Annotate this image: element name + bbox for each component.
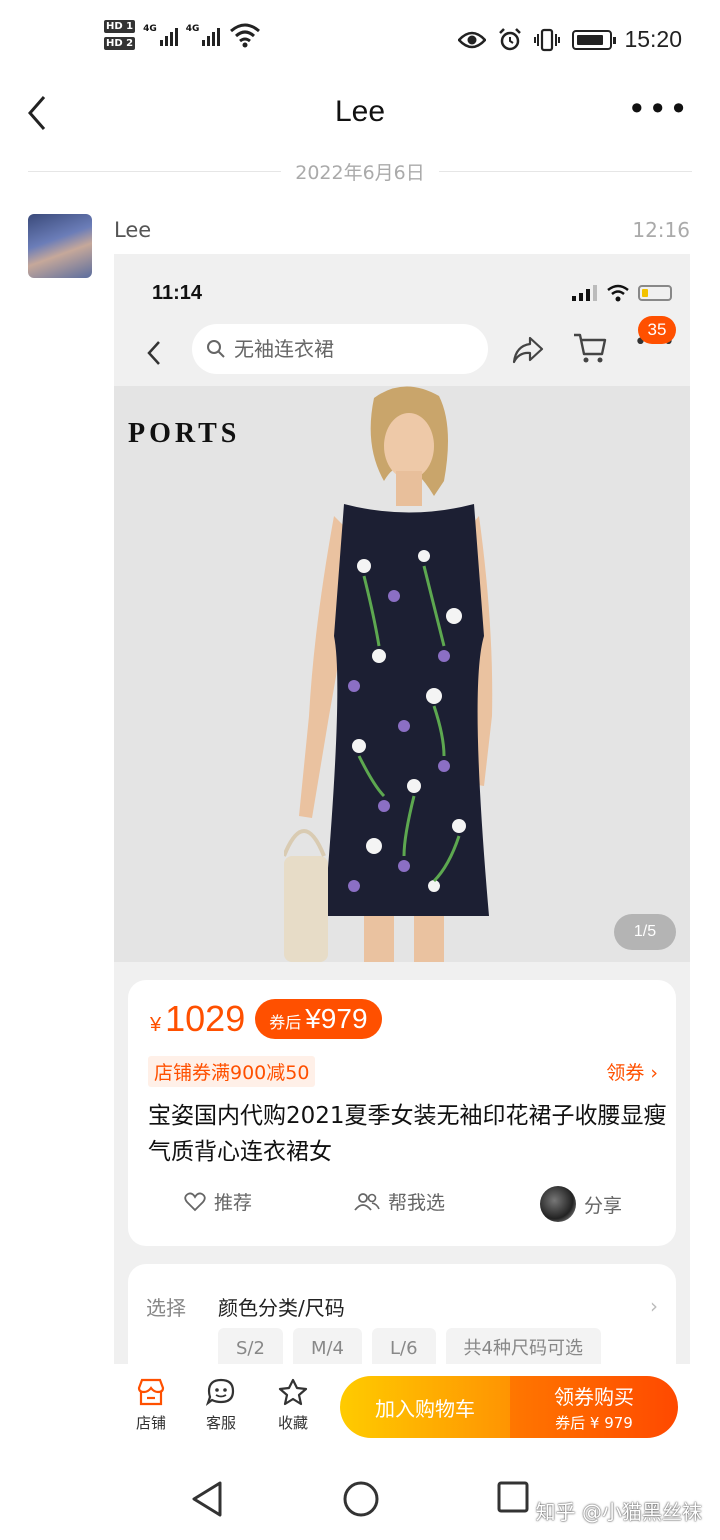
buy-sublabel: 券后 ¥ 979 [555, 1414, 633, 1432]
date-label: 2022年6月6日 [295, 162, 425, 184]
share-icon[interactable] [510, 332, 546, 368]
model-in-floral-dress-image [284, 386, 493, 962]
purchase-bar: 店铺 客服 收藏 加入购物车 领券购买 券后 ¥ 979 [114, 1364, 690, 1454]
chat-title: Lee [334, 95, 386, 128]
wifi-icon [230, 23, 261, 48]
shared-screenshot-image[interactable]: 11:14 无袖连衣裙 35 PORTS 1/5 ¥ 1029 券后 ¥979 … [114, 254, 690, 1364]
customer-service-icon [206, 1378, 235, 1406]
signal-1-icon: 4G [143, 24, 178, 46]
buy-with-coupon-button[interactable]: 领券购买 券后 ¥ 979 [510, 1376, 678, 1438]
search-icon [207, 340, 225, 358]
more-options-icon[interactable]: ••• [627, 93, 690, 125]
share-button[interactable]: 分享 [540, 1186, 622, 1222]
watermark: 知乎 @小猫黑丝袜 [535, 1500, 702, 1524]
people-icon [354, 1192, 380, 1211]
store-icon [137, 1378, 165, 1406]
share-label: 分享 [584, 1194, 623, 1217]
store-label: 店铺 [135, 1414, 166, 1432]
buy-label: 领券购买 [554, 1385, 634, 1409]
inner-battery-icon [638, 285, 672, 301]
inner-nav-bar: ••• 35 [114, 316, 690, 382]
system-status-bar: HD 1 HD 2 4G 4G 15:20 [0, 0, 720, 85]
price: ¥1029 [150, 998, 246, 1039]
favorite-label: 收藏 [277, 1414, 308, 1432]
hd2-badge: HD 2 [104, 37, 136, 50]
size-count[interactable]: 共4种尺码可选 [445, 1328, 601, 1364]
size-option[interactable]: M/4 [292, 1328, 362, 1364]
cart-icon[interactable] [572, 330, 608, 366]
favorite-tab[interactable]: 收藏 [268, 1378, 318, 1433]
store-coupon-tag: 店铺券满900减50 [148, 1056, 316, 1087]
clock: 15:20 [624, 26, 682, 52]
product-actions: 推荐 帮我选 分享 [128, 1186, 676, 1228]
size-option[interactable]: S/2 [218, 1328, 283, 1364]
message-time: 12:16 [632, 218, 690, 242]
recents-square-icon[interactable] [496, 1480, 530, 1514]
sender-avatar[interactable] [28, 214, 92, 278]
eye-icon [458, 31, 487, 48]
inner-wifi-icon [607, 284, 629, 302]
size-list: S/2 M/4 L/6 共4种尺码可选 [218, 1328, 601, 1364]
product-search-bar[interactable] [192, 324, 488, 374]
alarm-icon [499, 27, 522, 50]
add-to-cart-button[interactable]: 加入购物车 [340, 1376, 510, 1438]
heart-icon [184, 1192, 206, 1211]
image-counter: 1/5 [614, 914, 676, 950]
price-card: ¥1029 券后 ¥979 店铺券满900减50 领券 › 宝姿国内代购2021… [128, 980, 676, 1246]
recommend-label: 推荐 [214, 1192, 253, 1214]
help-choose-label: 帮我选 [388, 1192, 446, 1214]
store-tab[interactable]: 店铺 [126, 1378, 176, 1433]
inner-status-bar: 11:14 [114, 254, 690, 324]
help-choose-button[interactable]: 帮我选 [354, 1188, 445, 1215]
cart-count-badge: 35 [638, 316, 676, 344]
date-divider: 2022年6月6日 [28, 158, 692, 185]
options-label: 选择 [146, 1296, 186, 1320]
hd1-badge: HD 1 [104, 20, 136, 33]
battery-icon [572, 29, 617, 50]
inner-clock: 11:14 [152, 282, 203, 304]
recommend-button[interactable]: 推荐 [184, 1188, 252, 1215]
product-title: 宝姿国内代购2021夏季女装无袖印花裙子收腰显瘦气质背心连衣裙女 [148, 1103, 667, 1165]
network-indicators: HD 1 HD 2 4G 4G [104, 20, 262, 50]
share-avatar [540, 1186, 576, 1222]
purchase-buttons: 加入购物车 领券购买 券后 ¥ 979 [340, 1376, 678, 1438]
vibrate-icon [534, 28, 561, 51]
options-card[interactable]: 选择 颜色分类/尺码 › S/2 M/4 L/6 共4种尺码可选 [128, 1264, 676, 1364]
size-option[interactable]: L/6 [372, 1328, 436, 1364]
status-right: 15:20 [458, 26, 682, 53]
back-triangle-icon[interactable] [190, 1480, 224, 1518]
chevron-right-icon: › [650, 1294, 658, 1318]
chat-nav-bar: Lee ••• [0, 85, 720, 145]
sender-name: Lee [114, 218, 152, 242]
options-value: 颜色分类/尺码 [218, 1296, 345, 1320]
get-coupon-link[interactable]: 领券 › [606, 1058, 658, 1085]
service-tab[interactable]: 客服 [196, 1378, 246, 1433]
search-input[interactable] [234, 337, 464, 361]
home-circle-icon[interactable] [342, 1480, 380, 1518]
signal-2-icon: 4G [186, 24, 221, 46]
product-photo[interactable]: PORTS 1/5 [114, 386, 690, 962]
inner-signal-icon [572, 285, 597, 301]
inner-back-icon[interactable] [144, 338, 164, 368]
brand-logo: PORTS [128, 418, 241, 449]
star-icon [278, 1378, 308, 1406]
service-label: 客服 [205, 1414, 236, 1432]
coupon-price-pill: 券后 ¥979 [255, 999, 382, 1039]
